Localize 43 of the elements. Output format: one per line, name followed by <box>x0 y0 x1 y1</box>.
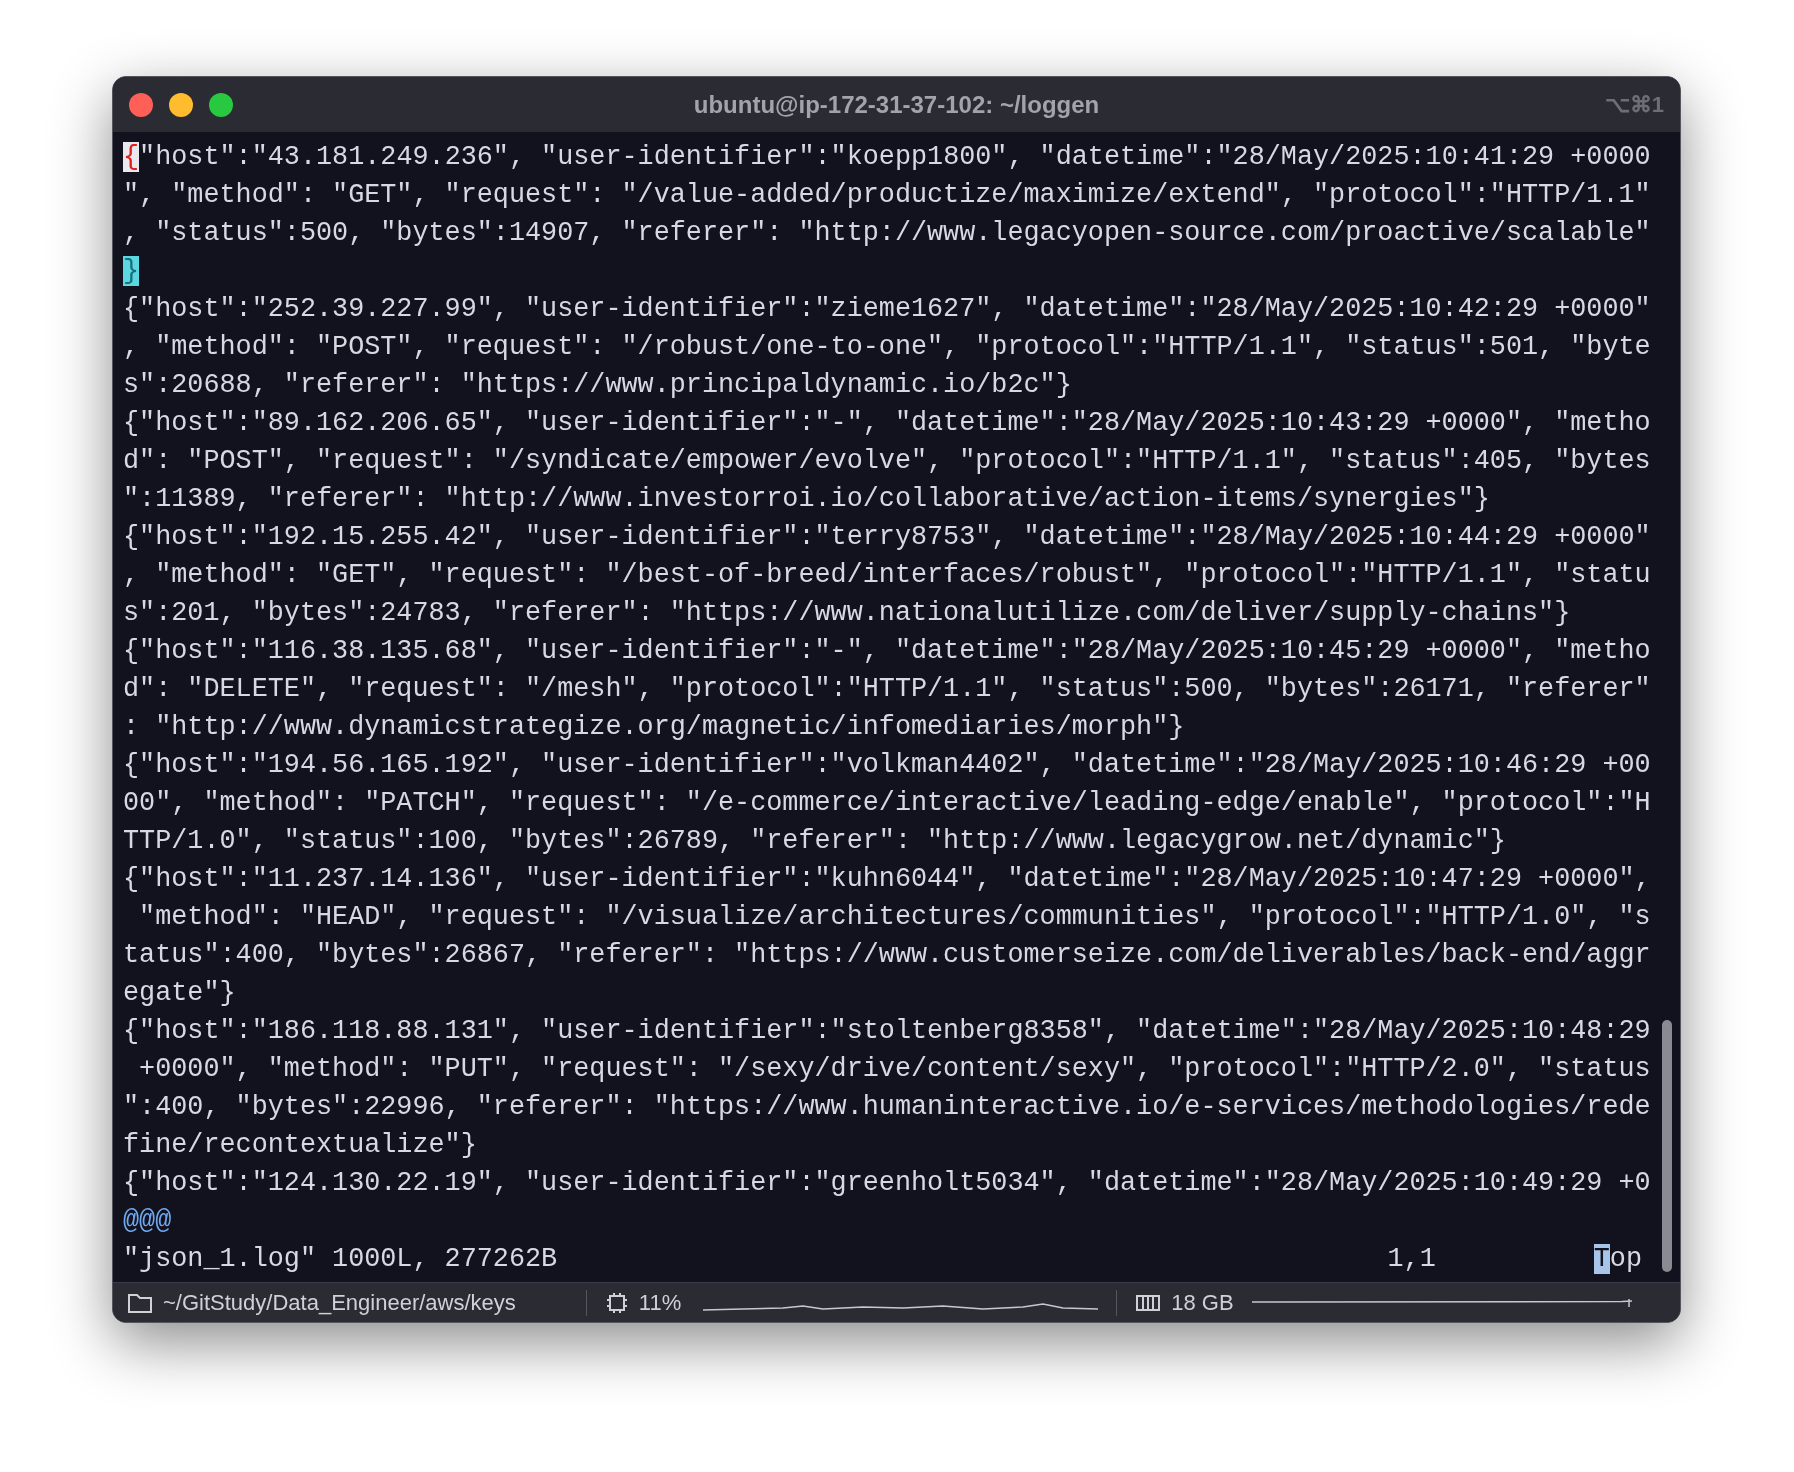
buffer-line: {"host":"43.181.249.236", "user-identifier":"koepp1800", "datetime":"28/May/2025:10:41:29 +0000 <box>123 141 1651 174</box>
buffer-line: tatus":400, "bytes":26867, "referer": "https://www.customerseize.com/deliverables/back-end/aggr <box>123 939 1651 972</box>
buffer-line: , "method": "POST", "request": "/robust/one-to-one", "protocol":"HTTP/1.1", "status":501, "byte <box>123 331 1651 364</box>
buffer-line: s":20688, "referer": "https://www.principaldynamic.io/b2c"} <box>123 369 1072 402</box>
buffer-line: s":201, "bytes":24783, "referer": "https://www.nationalutilize.com/deliver/supply-chains"} <box>123 597 1571 630</box>
buffer-line: ":400, "bytes":22996, "referer": "https://www.humaninteractive.io/e-services/methodologies/rede <box>123 1091 1651 1124</box>
memory-icon <box>1135 1292 1162 1313</box>
memory-usage: 18 GB <box>1171 1289 1234 1317</box>
folder-icon <box>127 1291 153 1314</box>
buffer-line: {"host":"186.118.88.131", "user-identifier":"stoltenberg8358", "datetime":"28/May/2025:10:48:29 <box>123 1015 1651 1048</box>
buffer-line: {"host":"192.15.255.42", "user-identifier":"terry8753", "datetime":"28/May/2025:10:44:29 +0000" <box>123 521 1651 554</box>
buffer-line: : "http://www.dynamicstrategize.org/magnetic/infomediaries/morph"} <box>123 711 1185 744</box>
file-message: "json_1.log" 1000L, 277262B <box>123 1243 558 1276</box>
shortcut-label: ⌥⌘1 <box>1604 91 1664 119</box>
buffer-line: {"host":"89.162.206.65", "user-identifier":"-", "datetime":"28/May/2025:10:43:29 +0000", "metho <box>123 407 1651 440</box>
path-label: ~/GitStudy/Data_Engineer/aws/keys <box>163 1289 516 1317</box>
scrollbar-thumb[interactable] <box>1662 1020 1672 1272</box>
buffer-line: ":11389, "referer": "http://www.investorroi.io/collaborative/action-items/synergies"} <box>123 483 1490 516</box>
buffer-line: {"host":"11.237.14.136", "user-identifier":"kuhn6044", "datetime":"28/May/2025:10:47:29 +0000", <box>123 863 1651 896</box>
scroll-indicator: Top <box>1593 1243 1642 1276</box>
buffer-line: 00", "method": "PATCH", "request": "/e-commerce/interactive/leading-edge/enable", "protocol":"H <box>123 787 1651 820</box>
buffer-line: d": "POST", "request": "/syndicate/empower/evolve", "protocol":"HTTP/1.1", "status":405, "bytes <box>123 445 1651 478</box>
buffer-line: {"host":"252.39.227.99", "user-identifier":"zieme1627", "datetime":"28/May/2025:10:42:29 +0000" <box>123 293 1651 326</box>
buffer-line: {"host":"124.130.22.19", "user-identifier":"greenholt5034", "datetime":"28/May/2025:10:49:29 +0 <box>123 1167 1651 1200</box>
buffer-line: , "status":500, "bytes":14907, "referer": "http://www.legacyopen-source.com/proactive/scalable" <box>123 217 1651 250</box>
cursor-position: 1,1 <box>1387 1243 1436 1276</box>
buffer-line: fine/recontextualize"} <box>123 1129 477 1162</box>
buffer-line: +0000", "method": "PUT", "request": "/sexy/drive/content/sexy", "protocol":"HTTP/2.0", "status <box>138 1053 1651 1086</box>
window-title: ubuntu@ip-172-31-37-102: ~/loggen <box>693 89 1100 120</box>
buffer-line: egate"} <box>123 977 236 1010</box>
zoom-button[interactable] <box>209 92 233 117</box>
buffer-line: @@@ <box>123 1205 172 1238</box>
buffer-line: d": "DELETE", "request": "/mesh", "protocol":"HTTP/1.1", "status":500, "bytes":26171, "referer" <box>123 673 1651 706</box>
buffer-line: , "method": "GET", "request": "/best-of-breed/interfaces/robust", "protocol":"HTTP/1.1", "statu <box>123 559 1651 592</box>
buffer-line: TTP/1.0", "status":100, "bytes":26789, "referer": "http://www.legacygrow.net/dynamic"} <box>123 825 1506 858</box>
buffer-line: {"host":"116.38.135.68", "user-identifier":"-", "datetime":"28/May/2025:10:45:29 +0000", "metho <box>123 635 1651 668</box>
close-button[interactable] <box>129 92 153 117</box>
cpu-usage: 11% <box>638 1289 682 1317</box>
buffer-line: ", "method": "GET", "request": "/value-added/productize/maximize/extend", "protocol":"HTTP/1.1" <box>123 179 1651 212</box>
buffer-line: {"host":"194.56.165.192", "user-identifier":"volkman4402", "datetime":"28/May/2025:10:46:29 +00 <box>123 749 1651 782</box>
buffer-line: "method": "HEAD", "request": "/visualize/architectures/communities", "protocol":"HTTP/1.0", "s <box>138 901 1651 934</box>
cpu-icon <box>604 1290 629 1315</box>
minimize-button[interactable] <box>169 92 193 117</box>
